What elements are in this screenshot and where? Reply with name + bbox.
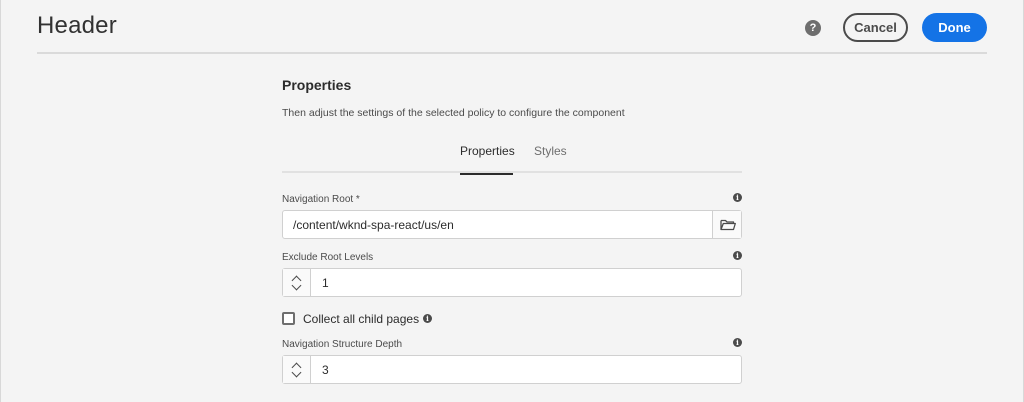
- exclude-root-levels-label: Exclude Root Levels: [282, 252, 374, 263]
- section-description: Then adjust the settings of the selected…: [282, 107, 625, 119]
- window-border-left: [0, 0, 1, 402]
- exclude-root-levels-info-icon[interactable]: i: [733, 251, 742, 260]
- chevron-down-icon[interactable]: [291, 367, 302, 378]
- browse-button[interactable]: [712, 211, 741, 238]
- tab-styles[interactable]: Styles: [534, 144, 567, 175]
- collect-all-child-pages-checkbox[interactable]: [282, 312, 295, 325]
- help-icon[interactable]: ?: [805, 20, 821, 36]
- navigation-structure-depth-info-icon[interactable]: i: [733, 338, 742, 347]
- tab-properties[interactable]: Properties: [460, 144, 515, 175]
- dialog-header: Header ? Cancel Done: [37, 0, 987, 54]
- cancel-button[interactable]: Cancel: [843, 13, 908, 42]
- navigation-structure-depth-label: Navigation Structure Depth: [282, 339, 403, 350]
- navigation-root-field[interactable]: /content/wknd-spa-react/us/en: [282, 210, 742, 239]
- folder-icon: [720, 219, 736, 231]
- stepper-buttons[interactable]: [283, 269, 311, 296]
- collect-child-pages-info-icon[interactable]: i: [423, 314, 432, 323]
- navigation-structure-depth-stepper[interactable]: 3: [282, 355, 742, 384]
- page-title: Header: [37, 12, 117, 39]
- chevron-down-icon[interactable]: [291, 280, 302, 291]
- stepper-buttons[interactable]: [283, 356, 311, 383]
- navigation-root-label: Navigation Root *: [282, 194, 360, 205]
- done-button[interactable]: Done: [922, 13, 987, 42]
- tab-list: Properties Styles: [282, 140, 742, 175]
- collect-all-child-pages-label[interactable]: Collect all child pages: [303, 312, 419, 326]
- exclude-root-levels-input[interactable]: 1: [322, 276, 329, 290]
- navigation-root-input[interactable]: /content/wknd-spa-react/us/en: [293, 218, 454, 232]
- exclude-root-levels-stepper[interactable]: 1: [282, 268, 742, 297]
- navigation-structure-depth-input[interactable]: 3: [322, 363, 329, 377]
- section-title: Properties: [282, 77, 352, 93]
- navigation-root-info-icon[interactable]: i: [733, 193, 742, 202]
